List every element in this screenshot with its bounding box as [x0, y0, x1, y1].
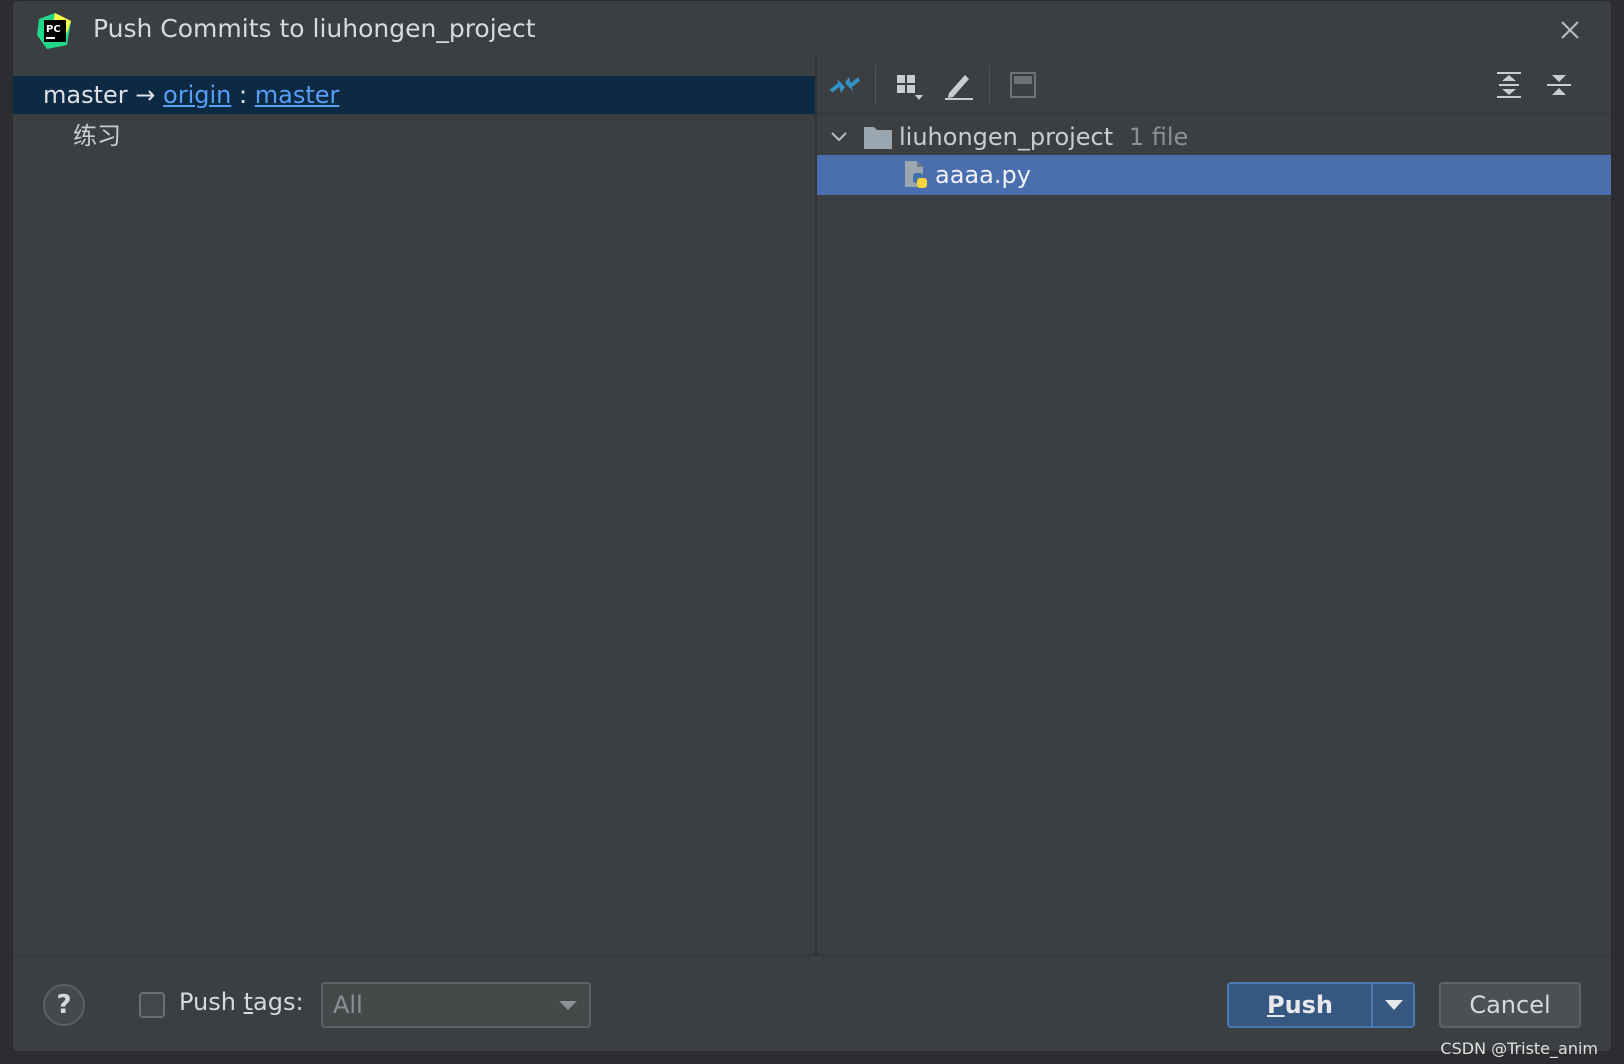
- remote-link[interactable]: origin: [163, 81, 231, 109]
- title-bar: PC Push Commits to liuhongen_project: [13, 1, 1611, 57]
- push-tags-mnemonic: t: [243, 988, 254, 1016]
- push-tags-checkbox[interactable]: [139, 992, 165, 1018]
- show-diff-icon[interactable]: [827, 67, 863, 103]
- cancel-button[interactable]: Cancel: [1439, 982, 1581, 1028]
- group-by-icon[interactable]: [891, 67, 927, 103]
- remote-branch-link[interactable]: master: [255, 81, 340, 109]
- push-mnemonic: P: [1266, 991, 1285, 1019]
- tags-combo-value: All: [333, 991, 363, 1019]
- help-button[interactable]: ?: [43, 984, 85, 1026]
- toolbar-separator: [989, 65, 990, 105]
- push-tags-suffix: ags:: [253, 988, 304, 1016]
- file-name: aaaa.py: [935, 161, 1031, 189]
- push-tags-label: Push tags:: [179, 988, 304, 1016]
- folder-name: liuhongen_project: [899, 123, 1114, 151]
- commit-item[interactable]: 练习: [73, 117, 121, 155]
- local-branch: master: [43, 81, 128, 109]
- dropdown-arrow-icon: [1385, 1000, 1403, 1010]
- preview-icon[interactable]: [1005, 67, 1041, 103]
- commits-pane: master → origin : master 练习: [13, 57, 815, 955]
- python-file-icon: [905, 161, 927, 188]
- close-icon[interactable]: [1553, 13, 1587, 47]
- branch-row[interactable]: master → origin : master: [13, 76, 815, 114]
- toolbar-separator: [875, 65, 876, 105]
- tree-folder-row[interactable]: liuhongen_project 1 file: [817, 117, 1611, 157]
- tree-file-row[interactable]: aaaa.py: [817, 155, 1611, 195]
- watermark: CSDN @Triste_anim: [1440, 1039, 1598, 1058]
- branch-separator: :: [239, 81, 248, 109]
- push-options-button[interactable]: [1371, 982, 1415, 1028]
- dropdown-arrow-icon: [559, 1001, 577, 1010]
- push-commits-dialog: PC Push Commits to liuhongen_project mas…: [12, 0, 1612, 1052]
- bottom-bar: ? Push tags: All Push Cancel: [13, 955, 1611, 1051]
- folder-file-count: 1 file: [1128, 123, 1189, 151]
- dialog-title: Push Commits to liuhongen_project: [93, 14, 536, 43]
- chevron-down-icon[interactable]: [829, 127, 849, 147]
- collapse-all-icon[interactable]: [1541, 67, 1577, 103]
- push-tags-prefix: Push: [179, 988, 244, 1016]
- folder-icon: [864, 127, 892, 149]
- push-button[interactable]: Push: [1227, 982, 1373, 1028]
- folder-label: liuhongen_project 1 file: [899, 117, 1188, 157]
- changes-toolbar: [817, 57, 1611, 114]
- app-icon-text: PC: [46, 24, 61, 35]
- edit-source-icon[interactable]: [941, 67, 977, 103]
- expand-all-icon[interactable]: [1491, 67, 1527, 103]
- tags-combo[interactable]: All: [321, 982, 591, 1028]
- push-arrow-glyph: →: [135, 81, 156, 109]
- push-label-rest: ush: [1284, 991, 1334, 1019]
- changes-pane: liuhongen_project 1 file aaaa.py: [817, 57, 1611, 955]
- pycharm-app-icon: PC: [37, 13, 71, 49]
